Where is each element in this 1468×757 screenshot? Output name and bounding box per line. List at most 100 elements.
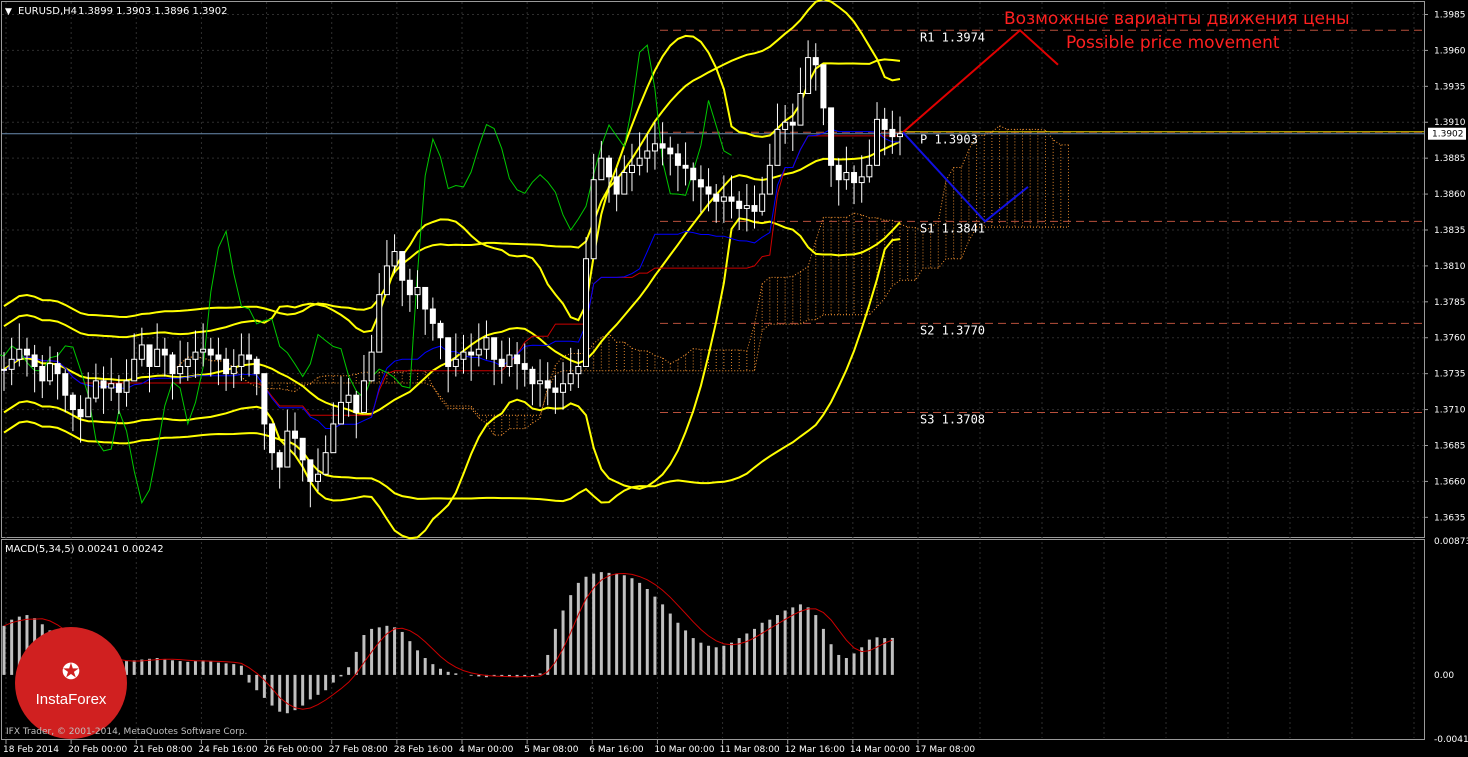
annotation-en: Possible price movement bbox=[1066, 33, 1280, 53]
candle-body bbox=[759, 193, 766, 212]
price-tick-label: 1.3810 bbox=[1434, 262, 1466, 272]
candle-body bbox=[774, 128, 781, 166]
macd-tick-label: 0.00 bbox=[1434, 671, 1454, 681]
candle-body bbox=[820, 64, 827, 109]
candle-body bbox=[690, 167, 697, 181]
candle-body bbox=[575, 365, 582, 375]
candle-body bbox=[460, 351, 467, 360]
candle-body bbox=[843, 172, 850, 181]
candle-body bbox=[445, 337, 452, 367]
candle-body bbox=[828, 107, 835, 166]
time-tick-label: 18 Feb 2014 bbox=[3, 745, 59, 755]
candle-body bbox=[636, 157, 643, 166]
chart-title-arrow-icon[interactable]: ▼ bbox=[5, 7, 12, 17]
candle-body bbox=[605, 157, 612, 178]
candle-body bbox=[330, 423, 337, 454]
candle-body bbox=[46, 363, 53, 382]
price-tick-label: 1.3735 bbox=[1434, 370, 1466, 380]
candle-body bbox=[284, 430, 291, 468]
candle-body bbox=[299, 437, 306, 461]
candle-body bbox=[514, 354, 521, 365]
price-tick-label: 1.3685 bbox=[1434, 441, 1466, 451]
candle-body bbox=[230, 365, 237, 375]
candle-body bbox=[583, 258, 590, 367]
time-tick-label: 11 Mar 08:00 bbox=[720, 745, 780, 755]
price-tick-label: 1.3710 bbox=[1434, 406, 1466, 416]
candle-body bbox=[789, 121, 796, 126]
candle-body bbox=[613, 176, 620, 195]
candle-body bbox=[881, 118, 888, 130]
candle-body bbox=[483, 337, 490, 350]
candle-body bbox=[69, 394, 76, 411]
time-tick-label: 12 Mar 16:00 bbox=[785, 745, 845, 755]
candle-body bbox=[406, 279, 413, 296]
candle-body bbox=[713, 193, 720, 202]
candle-body bbox=[269, 423, 276, 454]
candle-body bbox=[292, 430, 299, 439]
candle-body bbox=[651, 143, 658, 152]
time-tick-label: 17 Mar 08:00 bbox=[915, 745, 975, 755]
pivot-level-s1-label: S1 1.3841 bbox=[920, 221, 985, 235]
candle-body bbox=[177, 365, 184, 375]
candle-body bbox=[399, 251, 406, 281]
candle-body bbox=[77, 409, 84, 418]
candle-body bbox=[560, 383, 567, 393]
candle-body bbox=[253, 358, 260, 375]
candle-body bbox=[422, 286, 429, 310]
candle-body bbox=[674, 153, 681, 166]
candle-body bbox=[797, 93, 804, 126]
candle-body bbox=[169, 354, 176, 375]
candle-body bbox=[39, 365, 46, 382]
candle-body bbox=[345, 394, 352, 403]
candle-body bbox=[207, 348, 214, 356]
candle-body bbox=[307, 459, 314, 482]
candle-body bbox=[429, 308, 436, 324]
candle-body bbox=[238, 354, 245, 367]
candle-body bbox=[360, 380, 367, 413]
candle-body bbox=[552, 387, 559, 393]
candle-body bbox=[782, 121, 789, 130]
candle-body bbox=[498, 358, 505, 367]
price-tick-label: 1.3635 bbox=[1434, 513, 1466, 523]
candle-body bbox=[897, 133, 903, 138]
candle-body bbox=[100, 380, 107, 389]
chart-canvas: R1 1.3974 P 1.3903 S1 1.3841 S2 1.3770 S3 1.… bbox=[0, 0, 1468, 757]
time-tick-label: 10 Mar 00:00 bbox=[654, 745, 714, 755]
instaforex-logo: ✪ InstaForex bbox=[15, 627, 127, 739]
candle-body bbox=[567, 373, 574, 385]
candle-body bbox=[521, 363, 528, 370]
candle-body bbox=[353, 394, 360, 413]
candle-body bbox=[223, 358, 230, 375]
candle-body bbox=[736, 200, 743, 209]
candle-body bbox=[368, 351, 375, 382]
candle-body bbox=[131, 358, 138, 382]
price-tick-label: 1.3935 bbox=[1434, 82, 1466, 92]
time-tick-label: 5 Mar 08:00 bbox=[524, 745, 579, 755]
pivot-level-s2-label: S2 1.3770 bbox=[920, 323, 985, 337]
candle-body bbox=[215, 354, 222, 360]
time-tick-label: 28 Feb 16:00 bbox=[394, 745, 453, 755]
candle-body bbox=[621, 172, 628, 195]
macd-label: MACD(5,34,5) 0.00241 0.00242 bbox=[5, 544, 164, 555]
candle-body bbox=[146, 344, 153, 367]
candle-body bbox=[138, 344, 145, 360]
candle-body bbox=[728, 196, 735, 202]
candle-body bbox=[544, 380, 551, 389]
time-tick-label: 27 Feb 08:00 bbox=[329, 745, 388, 755]
candle-body bbox=[537, 380, 544, 385]
candle-body bbox=[23, 348, 30, 356]
macd-tick-label: 0.00873 bbox=[1434, 537, 1468, 547]
time-tick-label: 14 Mar 00:00 bbox=[850, 745, 910, 755]
macd-tick-label: -0.00418 bbox=[1434, 735, 1468, 745]
candle-body bbox=[200, 348, 207, 353]
candle-body bbox=[314, 473, 321, 482]
price-tick-label: 1.3860 bbox=[1434, 190, 1466, 200]
annotation-ru: Возможные варианты движения цены bbox=[1004, 9, 1350, 29]
candle-body bbox=[414, 286, 421, 296]
candle-body bbox=[835, 164, 842, 181]
candle-body bbox=[161, 348, 168, 356]
candle-body bbox=[705, 186, 712, 195]
pivot-level-r1-label: R1 1.3974 bbox=[920, 30, 985, 44]
candle-body bbox=[115, 383, 122, 393]
price-tick-label: 1.3885 bbox=[1434, 154, 1466, 164]
